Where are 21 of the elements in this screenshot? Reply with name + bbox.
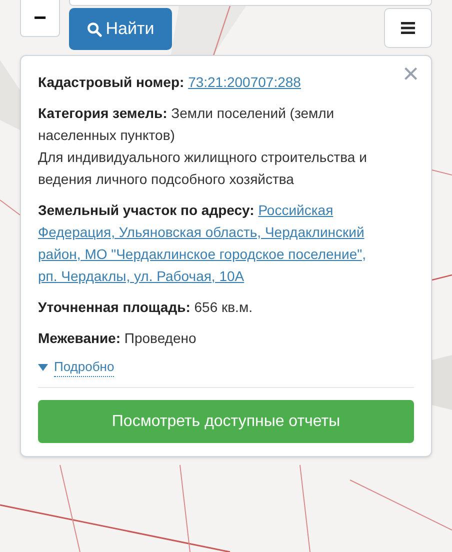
info-text: Категория земель: Земли поселений (земли населенных пунктов) [38,104,336,145]
view-reports-button[interactable]: Посмотреть доступные отчеты [38,400,414,443]
zoom-out-button[interactable]: − [20,0,60,37]
info-note: Для индивидуального жилищного строительства и ведения личного подсобного хозяйства [38,148,368,189]
info-text: Межевание: Проведено [38,329,198,348]
search-button[interactable]: Найти [69,8,172,50]
menu-icon [401,22,415,34]
info-link[interactable]: район, МО "Чердаклинское городское поселение", [38,243,366,265]
info-link[interactable]: 73:21:200707:288 [188,74,301,90]
info-text: Земельный участок по адресу: Российская [38,201,334,220]
menu-button[interactable] [384,8,432,48]
info-text: Уточненная площадь: 656 кв.м. [38,298,254,317]
search-icon [86,22,102,36]
caret-icon [38,364,48,371]
info-link[interactable]: рп. Чердаклы, ул. Рабочая, 10А [38,265,244,287]
info-link[interactable]: Федерация, Ульяновская область, Чердаклинский [38,221,364,243]
search-field[interactable] [69,0,432,6]
info-text: Кадастровый номер: 73:21:200707:288 [38,73,302,92]
close-button[interactable]: × [402,60,419,88]
info-link[interactable]: Российская [258,202,334,218]
details-toggle[interactable]: Подробно [38,358,114,377]
